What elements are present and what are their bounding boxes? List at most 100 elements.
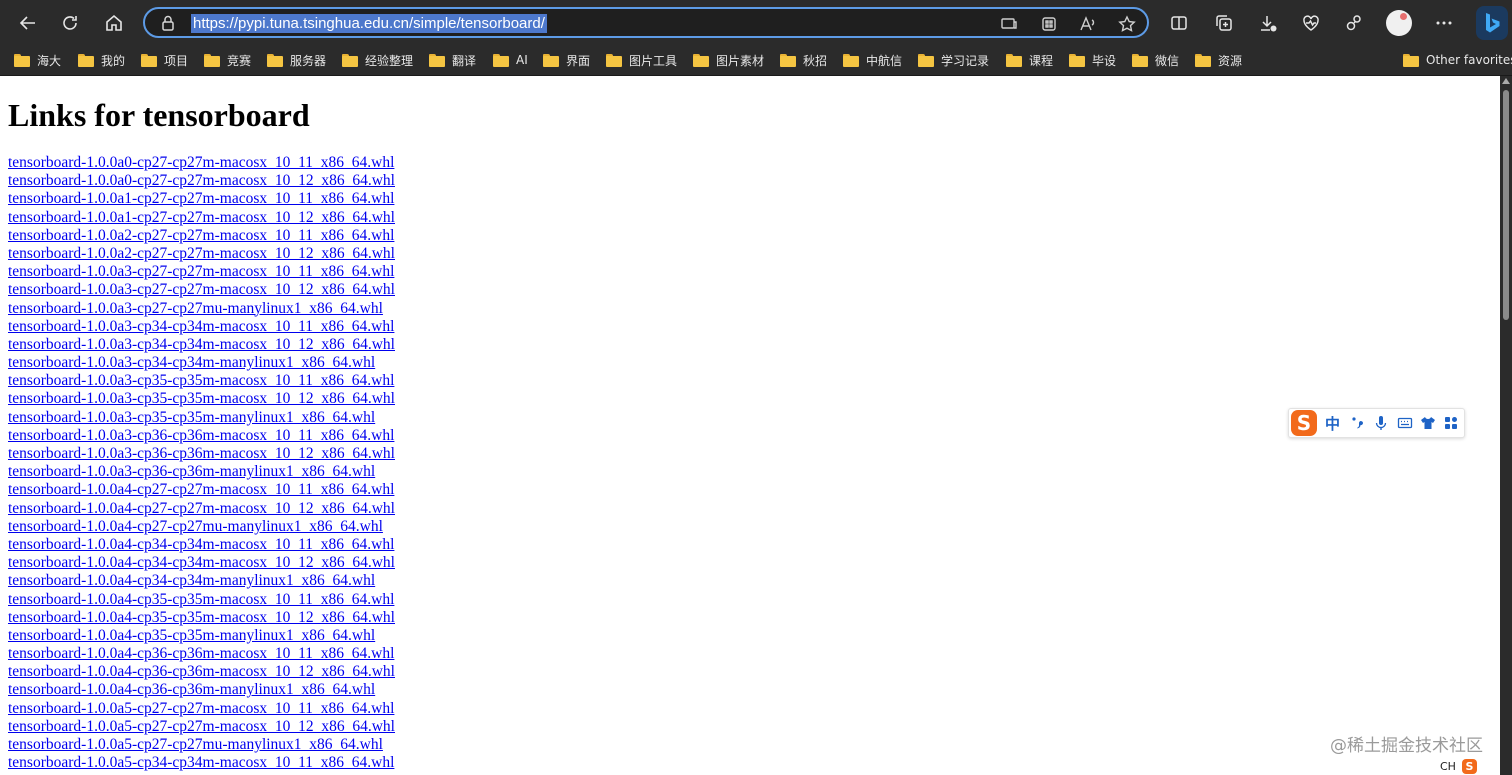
wheel-download-link[interactable]: tensorboard-1.0.0a3-cp36-cp36m-manylinux… (8, 463, 395, 481)
wheel-download-link[interactable]: tensorboard-1.0.0a0-cp27-cp27m-macosx_10… (8, 154, 395, 172)
wheel-download-link[interactable]: tensorboard-1.0.0a4-cp35-cp35m-manylinux… (8, 627, 395, 645)
folder-icon (1069, 53, 1085, 67)
bookmark-folder[interactable]: 竞赛 (204, 50, 251, 70)
wheel-download-link[interactable]: tensorboard-1.0.0a3-cp35-cp35m-manylinux… (8, 409, 395, 427)
wheel-download-link[interactable]: tensorboard-1.0.0a4-cp36-cp36m-macosx_10… (8, 645, 395, 663)
wheel-download-link[interactable]: tensorboard-1.0.0a3-cp27-cp27mu-manylinu… (8, 300, 395, 318)
profile-avatar[interactable] (1386, 10, 1412, 36)
sogou-logo-icon[interactable]: S (1291, 410, 1317, 436)
split-screen-button[interactable] (1164, 8, 1194, 38)
refresh-button[interactable] (55, 8, 85, 38)
microphone-icon[interactable] (1373, 415, 1389, 431)
extensions-button[interactable] (1339, 8, 1369, 38)
other-favorites-folder[interactable]: Other favorites (1403, 50, 1512, 70)
more-dots-icon (1436, 21, 1452, 25)
wheel-download-link[interactable]: tensorboard-1.0.0a3-cp34-cp34m-macosx_10… (8, 336, 395, 354)
qr-icon[interactable] (1039, 14, 1059, 34)
sogou-tray-icon[interactable]: S (1461, 758, 1477, 774)
heart-pulse-icon (1303, 15, 1319, 31)
wheel-download-link[interactable]: tensorboard-1.0.0a4-cp36-cp36m-manylinux… (8, 681, 395, 699)
wheel-download-link[interactable]: tensorboard-1.0.0a4-cp27-cp27mu-manylinu… (8, 518, 395, 536)
wheel-download-link[interactable]: tensorboard-1.0.0a4-cp34-cp34m-manylinux… (8, 572, 395, 590)
wheel-download-link[interactable]: tensorboard-1.0.0a0-cp27-cp27m-macosx_10… (8, 172, 395, 190)
bookmark-folder[interactable]: 图片素材 (693, 50, 764, 70)
wheel-download-link[interactable]: tensorboard-1.0.0a3-cp35-cp35m-macosx_10… (8, 372, 395, 390)
read-aloud-icon[interactable] (1078, 14, 1098, 34)
wheel-download-link[interactable]: tensorboard-1.0.0a5-cp34-cp34m-macosx_10… (8, 754, 395, 772)
collections-icon (1216, 15, 1232, 31)
bookmark-folder[interactable]: 项目 (141, 50, 188, 70)
wheel-download-link[interactable]: tensorboard-1.0.0a2-cp27-cp27m-macosx_10… (8, 227, 395, 245)
folder-icon (1403, 53, 1419, 67)
wheel-download-link[interactable]: tensorboard-1.0.0a5-cp27-cp27m-macosx_10… (8, 718, 395, 736)
folder-icon (918, 53, 934, 67)
ime-mode-toggle[interactable]: 中 (1325, 413, 1340, 434)
wheel-download-link[interactable]: tensorboard-1.0.0a3-cp34-cp34m-macosx_10… (8, 318, 395, 336)
back-button[interactable] (13, 8, 43, 38)
bookmark-folder[interactable]: 课程 (1006, 50, 1053, 70)
bookmark-folder[interactable]: 微信 (1132, 50, 1179, 70)
wheel-download-link[interactable]: tensorboard-1.0.0a2-cp27-cp27m-macosx_10… (8, 245, 395, 263)
bing-copilot-button[interactable] (1476, 6, 1508, 40)
page-title: Links for tensorboard (8, 97, 310, 133)
bookmark-folder[interactable]: 毕设 (1069, 50, 1116, 70)
vertical-scrollbar[interactable] (1500, 76, 1512, 775)
wheel-download-link[interactable]: tensorboard-1.0.0a4-cp36-cp36m-macosx_10… (8, 663, 395, 681)
wheel-download-link[interactable]: tensorboard-1.0.0a4-cp34-cp34m-macosx_10… (8, 554, 395, 572)
bookmark-folder[interactable]: 秋招 (780, 50, 827, 70)
url-text[interactable]: https://pypi.tuna.tsinghua.edu.cn/simple… (191, 14, 547, 33)
punctuation-icon[interactable] (1349, 415, 1365, 431)
favorite-star-icon[interactable] (1117, 14, 1137, 34)
address-bar[interactable]: https://pypi.tuna.tsinghua.edu.cn/simple… (143, 7, 1149, 38)
wheel-download-link[interactable]: tensorboard-1.0.0a3-cp36-cp36m-macosx_10… (8, 445, 395, 463)
wheel-download-link[interactable]: tensorboard-1.0.0a3-cp36-cp36m-macosx_10… (8, 427, 395, 445)
folder-icon (1006, 53, 1022, 67)
folder-icon (141, 53, 157, 67)
wheel-download-link[interactable]: tensorboard-1.0.0a1-cp27-cp27m-macosx_10… (8, 209, 395, 227)
link-list: tensorboard-1.0.0a0-cp27-cp27m-macosx_10… (8, 154, 395, 772)
bookmark-folder[interactable]: 经验整理 (342, 50, 413, 70)
wheel-download-link[interactable]: tensorboard-1.0.0a3-cp34-cp34m-manylinux… (8, 354, 395, 372)
browser-toolbar: https://pypi.tuna.tsinghua.edu.cn/simple… (0, 0, 1512, 46)
bing-logo-icon (1486, 13, 1500, 33)
download-icon (1261, 16, 1277, 32)
bookmark-folder[interactable]: 学习记录 (918, 50, 989, 70)
toolbox-grid-icon[interactable] (1443, 415, 1459, 431)
collections-button[interactable] (1209, 8, 1239, 38)
home-button[interactable] (99, 8, 129, 38)
app-available-icon[interactable] (999, 14, 1019, 34)
downloads-button[interactable] (1253, 8, 1283, 38)
bookmark-folder[interactable]: 资源 (1195, 50, 1242, 70)
wheel-download-link[interactable]: tensorboard-1.0.0a3-cp35-cp35m-macosx_10… (8, 390, 395, 408)
bookmark-folder[interactable]: AI (493, 50, 528, 70)
folder-icon (493, 53, 509, 67)
wheel-download-link[interactable]: tensorboard-1.0.0a4-cp35-cp35m-macosx_10… (8, 609, 395, 627)
wheel-download-link[interactable]: tensorboard-1.0.0a5-cp27-cp27m-macosx_10… (8, 700, 395, 718)
wheel-download-link[interactable]: tensorboard-1.0.0a4-cp35-cp35m-macosx_10… (8, 591, 395, 609)
bookmark-folder[interactable]: 翻译 (429, 50, 476, 70)
wheel-download-link[interactable]: tensorboard-1.0.0a5-cp27-cp27mu-manylinu… (8, 736, 395, 754)
bookmark-folder[interactable]: 服务器 (267, 50, 326, 70)
scrollbar-thumb[interactable] (1503, 90, 1509, 320)
wheel-download-link[interactable]: tensorboard-1.0.0a4-cp27-cp27m-macosx_10… (8, 481, 395, 499)
input-language-indicator[interactable]: CH (1440, 760, 1456, 773)
scroll-up-arrow-icon[interactable] (1502, 78, 1510, 84)
performance-button[interactable] (1296, 8, 1326, 38)
bookmark-folder[interactable]: 海大 (14, 50, 61, 70)
bookmark-folder[interactable]: 中航信 (843, 50, 902, 70)
wheel-download-link[interactable]: tensorboard-1.0.0a1-cp27-cp27m-macosx_10… (8, 190, 395, 208)
ime-toolbar[interactable]: S 中 (1288, 408, 1465, 438)
bookmark-folder[interactable]: 我的 (78, 50, 125, 70)
settings-more-button[interactable] (1429, 8, 1459, 38)
wheel-download-link[interactable]: tensorboard-1.0.0a4-cp27-cp27m-macosx_10… (8, 500, 395, 518)
keyboard-icon[interactable] (1397, 415, 1413, 431)
notification-dot (1400, 13, 1407, 20)
wheel-download-link[interactable]: tensorboard-1.0.0a4-cp34-cp34m-macosx_10… (8, 536, 395, 554)
wheel-download-link[interactable]: tensorboard-1.0.0a3-cp27-cp27m-macosx_10… (8, 263, 395, 281)
bookmark-folder[interactable]: 界面 (543, 50, 590, 70)
bookmark-folder[interactable]: 图片工具 (606, 50, 677, 70)
folder-icon (342, 53, 358, 67)
wheel-download-link[interactable]: tensorboard-1.0.0a3-cp27-cp27m-macosx_10… (8, 281, 395, 299)
skin-shirt-icon[interactable] (1420, 415, 1436, 431)
page-content: Links for tensorboard tensorboard-1.0.0a… (0, 76, 1500, 775)
